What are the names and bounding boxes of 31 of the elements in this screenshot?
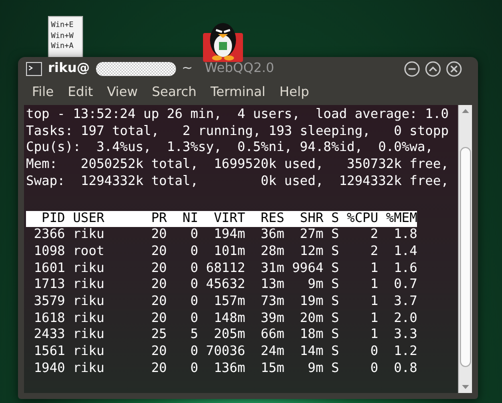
scrollbar[interactable] bbox=[458, 105, 472, 393]
scroll-up-arrow-icon[interactable] bbox=[462, 109, 469, 113]
process-row-text: 1713 riku 20 0 45632 13m 9m S 1 0.7 bbox=[32, 277, 418, 294]
window-title: riku@ bbox=[48, 61, 90, 76]
scroll-down-arrow-icon[interactable] bbox=[462, 385, 469, 389]
process-row-text: 3579 riku 20 0 157m 73m 19m S 1 3.7 bbox=[32, 294, 418, 311]
menu-item[interactable]: Edit bbox=[68, 85, 93, 100]
window-title-path: ~ bbox=[182, 61, 193, 76]
terminal-line: top - 13:52:24 up 26 min, 4 users, load average: 1.0 bbox=[26, 107, 450, 124]
desktop-icon-label: WebQQ2.0 bbox=[204, 61, 274, 76]
terminal-line: Tasks: 197 total, 2 running, 193 sleeping, 0 stopp bbox=[26, 124, 450, 140]
terminal-line: Cpu(s): 3.4%us, 1.3%sy, 0.5%ni, 94.8%id, 0.0%wa, bbox=[26, 140, 434, 158]
minimize-button[interactable] bbox=[404, 60, 420, 76]
process-row-text: 1940 riku 20 0 136m 15m 9m S 0 0.8 bbox=[32, 360, 418, 378]
menu-item[interactable]: Search bbox=[152, 85, 196, 100]
terminal-line: Swap: 1294332k total, 0k used, 1294332k free, bbox=[26, 174, 450, 191]
menu-item[interactable]: Help bbox=[279, 85, 310, 100]
process-row-text: 1618 riku 20 0 148m 39m 20m S 1 2.0 bbox=[32, 310, 418, 328]
process-row-text: 1098 root 20 0 101m 28m 12m S 2 1.4 bbox=[32, 244, 418, 261]
process-row-text: 1601 riku 20 0 68112 31m 9964 S 1 1.6 bbox=[32, 260, 418, 278]
maximize-button[interactable] bbox=[425, 60, 441, 76]
menu-item[interactable]: Terminal bbox=[210, 85, 266, 100]
process-table-header: PID USER PR NI VIRT RES SHR S %CPU %MEM bbox=[26, 210, 418, 228]
menu-item[interactable]: File bbox=[32, 85, 54, 100]
process-row-text: 1561 riku 20 0 70036 24m 14m S 0 1.2 bbox=[32, 344, 418, 361]
terminal-icon bbox=[26, 62, 42, 76]
process-row-text: 2433 riku 25 5 205m 66m 18m S 1 3.3 bbox=[32, 327, 418, 344]
menu-item[interactable]: View bbox=[106, 85, 138, 100]
process-row-text: 2366 riku 20 0 194m 36m 27m S 2 1.8 bbox=[32, 227, 418, 244]
terminal-line: Mem: 2050252k total, 1699520k used, 350732k free, bbox=[26, 157, 450, 174]
close-button[interactable] bbox=[446, 60, 462, 76]
